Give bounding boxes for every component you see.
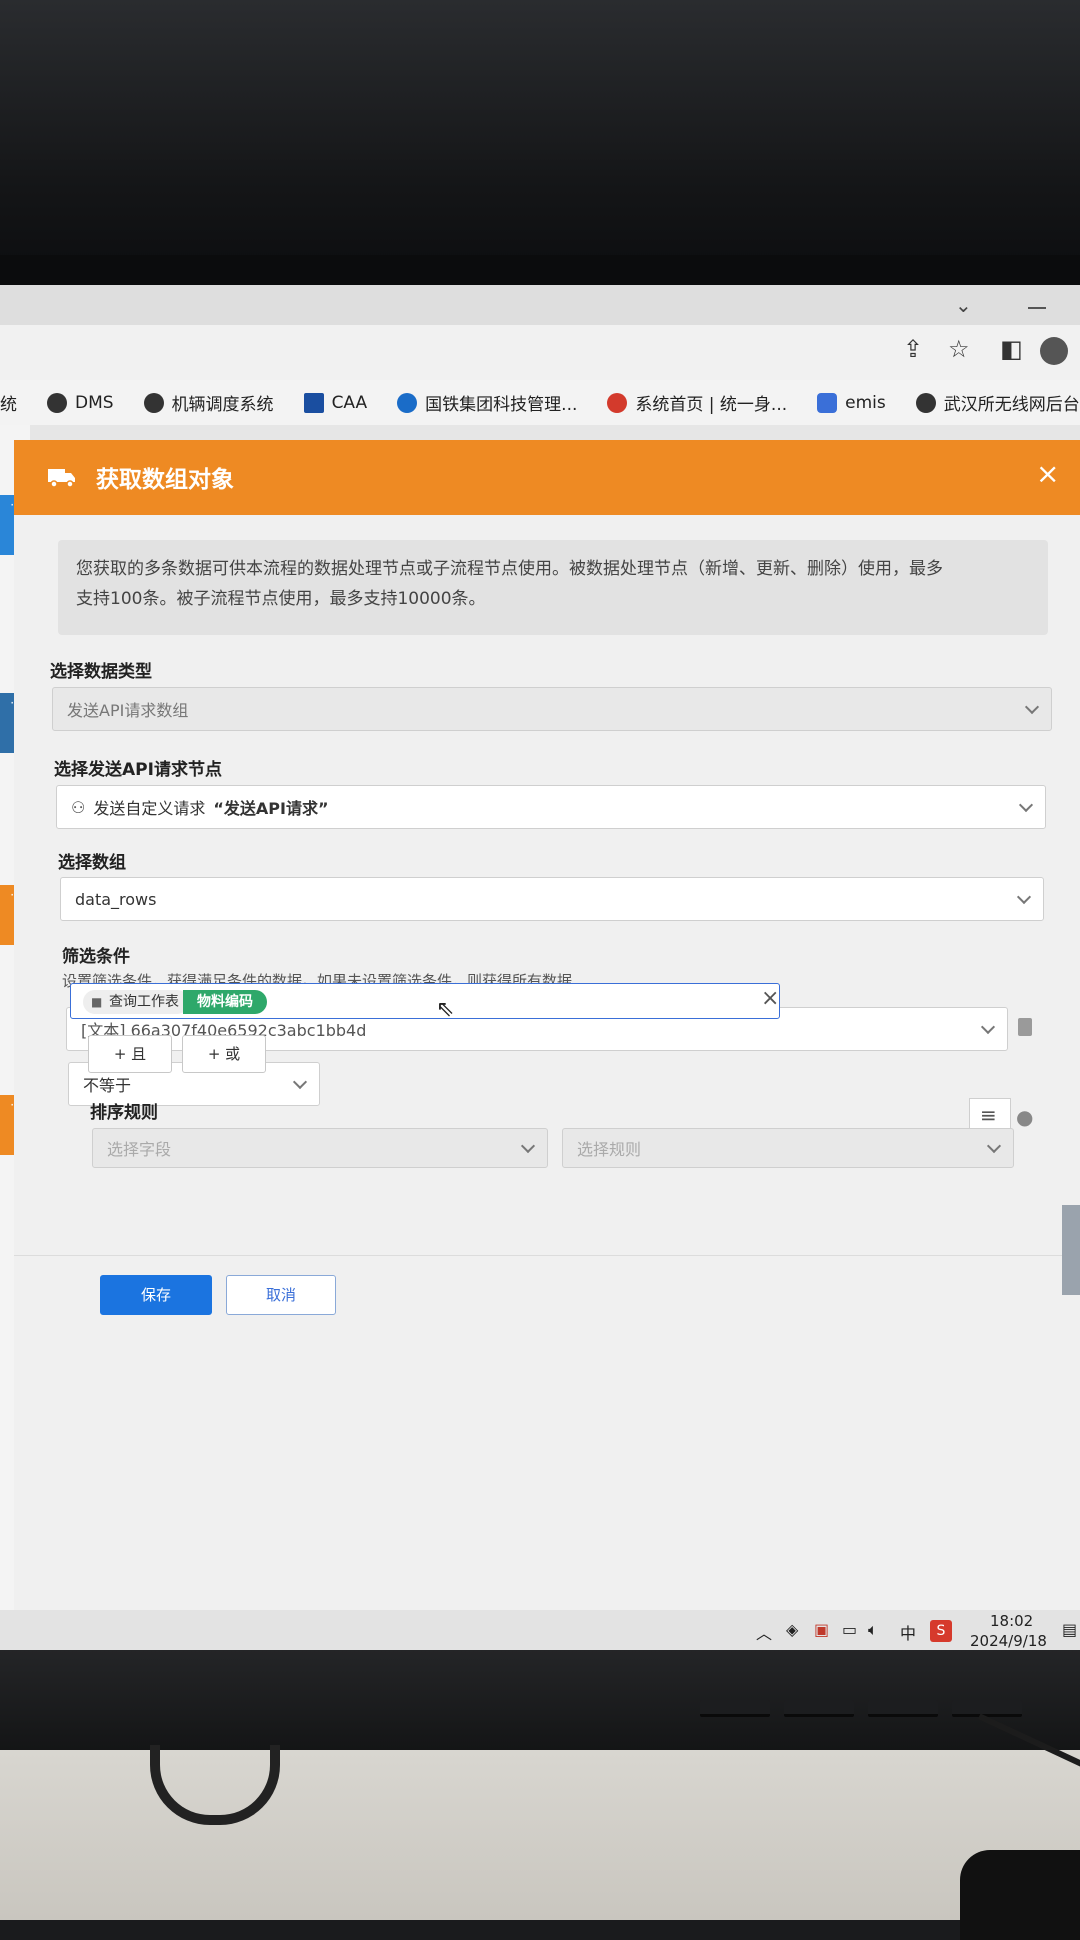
railway-logo-icon xyxy=(397,392,418,413)
info-icon[interactable]: ● xyxy=(1016,1105,1033,1129)
chevron-down-icon xyxy=(1018,797,1034,813)
clear-icon[interactable]: × xyxy=(761,986,779,1011)
source-token: ■ 查询工作表 xyxy=(83,990,189,1014)
filter-value-input[interactable]: ■ 查询工作表 物料编码 × xyxy=(70,983,780,1019)
clock-time[interactable]: 18:02 xyxy=(990,1612,1033,1630)
network-icon[interactable]: ▭ xyxy=(842,1620,857,1639)
volume-icon[interactable]: 🔈︎ xyxy=(868,1620,878,1640)
cancel-button[interactable]: 取消 xyxy=(226,1275,336,1315)
star-icon[interactable]: ☆ xyxy=(948,335,970,363)
train-icon xyxy=(817,392,838,413)
filter-label: 筛选条件 xyxy=(62,947,130,967)
truck-icon xyxy=(48,469,75,487)
profile-avatar[interactable] xyxy=(1040,337,1068,365)
truck-icon: ■ xyxy=(91,995,103,1009)
webhook-icon: ⚇ xyxy=(71,797,86,817)
ime-indicator[interactable]: 中 xyxy=(900,1620,916,1644)
chevron-up-icon[interactable]: ︿ xyxy=(756,1620,772,1644)
api-node-select[interactable]: ⚇ 发送自定义请求 “发送API请求” xyxy=(56,785,1046,829)
notice-line: 您获取的多条数据可供本流程的数据处理节点或子流程节点使用。被数据处理节点（新增、… xyxy=(76,559,943,579)
globe-icon xyxy=(915,392,936,413)
bookmark-item[interactable]: CAA xyxy=(303,392,367,413)
delete-condition-icon[interactable] xyxy=(1018,1018,1032,1036)
dialog-title: 获取数组对象 xyxy=(96,467,234,493)
chevron-down-icon xyxy=(980,1019,996,1035)
bookmark-item[interactable]: emis xyxy=(817,392,886,413)
info-notice: 您获取的多条数据可供本流程的数据处理节点或子流程节点使用。被数据处理节点（新增、… xyxy=(58,540,1048,635)
close-icon[interactable]: × xyxy=(1036,457,1059,490)
bookmark-item[interactable]: 国铁集团科技管理... xyxy=(397,390,577,415)
chevron-down-icon xyxy=(1024,699,1040,715)
get-array-dialog: 获取数组对象 × 您获取的多条数据可供本流程的数据处理节点或子流程节点使用。被数… xyxy=(14,440,1080,1650)
footer-divider xyxy=(14,1255,1080,1256)
chevron-down-icon xyxy=(520,1138,536,1154)
bookmark-item[interactable]: 机辆调度系统 xyxy=(143,390,274,415)
list-icon: ≡ xyxy=(980,1103,997,1127)
system-logo-icon xyxy=(607,392,628,413)
sogou-icon[interactable]: S xyxy=(930,1620,952,1642)
field-token[interactable]: 物料编码 xyxy=(183,990,267,1014)
sort-field-select[interactable]: 选择字段 xyxy=(92,1128,548,1168)
add-and-button[interactable]: + 且 xyxy=(88,1035,172,1073)
browser-toolbar: ⇪ ☆ ◧ xyxy=(0,325,1080,380)
screen: ⌄ ⇪ ☆ ◧ 统 DMS 机辆调度系统 CAA 国铁集团科技管理... 系统首… xyxy=(0,285,1080,1650)
api-node-label: 选择发送API请求节点 xyxy=(54,760,222,780)
mouse-cursor-icon: ⇖ xyxy=(436,997,455,1022)
bookmark-item[interactable]: 统 xyxy=(0,390,17,415)
dialog-header: 获取数组对象 × xyxy=(14,440,1080,515)
globe-icon xyxy=(143,392,164,413)
save-button[interactable]: 保存 xyxy=(100,1275,212,1315)
windows-taskbar: ︿ ◈ ▣ ▭ 🔈︎ 中 S 18:02 2024/9/18 ▤ xyxy=(0,1610,1080,1650)
data-type-label: 选择数据类型 xyxy=(50,662,152,682)
share-icon[interactable]: ⇪ xyxy=(903,335,923,363)
caa-logo-icon xyxy=(303,392,324,413)
globe-icon xyxy=(47,392,67,413)
chevron-down-icon xyxy=(1016,889,1032,905)
sort-rule-select[interactable]: 选择规则 xyxy=(562,1128,1014,1168)
array-select[interactable]: data_rows xyxy=(60,877,1044,921)
tray-app-icon[interactable]: ◈ xyxy=(786,1620,798,1639)
notice-line: 支持100条。被子流程节点使用，最多支持10000条。 xyxy=(76,589,486,609)
monitor-bezel-top xyxy=(0,255,1080,285)
chevron-down-icon xyxy=(292,1074,308,1090)
browser-titlebar: ⌄ xyxy=(0,285,1080,325)
bookmarks-bar: 统 DMS 机辆调度系统 CAA 国铁集团科技管理... 系统首页 | 统一身.… xyxy=(0,380,1080,425)
side-scroll-widget[interactable] xyxy=(1062,1205,1080,1295)
bookmark-item[interactable]: 系统首页 | 统一身... xyxy=(607,390,787,415)
chevron-down-icon xyxy=(986,1138,1002,1154)
notification-icon[interactable]: ▤ xyxy=(1062,1620,1077,1639)
add-or-button[interactable]: + 或 xyxy=(182,1035,266,1073)
mouse-pad xyxy=(960,1850,1080,1940)
chevron-down-icon[interactable]: ⌄ xyxy=(955,293,972,317)
background-wall xyxy=(0,0,1080,270)
bookmark-item[interactable]: DMS xyxy=(47,392,114,413)
bookmark-item[interactable]: 武汉所无线网后台 xyxy=(915,390,1080,415)
data-type-select[interactable]: 发送API请求数组 xyxy=(52,687,1052,731)
sort-label: 排序规则 xyxy=(90,1103,158,1123)
array-label: 选择数组 xyxy=(58,853,126,873)
tray-app-icon[interactable]: ▣ xyxy=(814,1620,829,1639)
minimize-icon[interactable] xyxy=(1028,307,1046,309)
clock-date[interactable]: 2024/9/18 xyxy=(970,1632,1047,1650)
sidebar-icon[interactable]: ◧ xyxy=(1000,335,1023,363)
